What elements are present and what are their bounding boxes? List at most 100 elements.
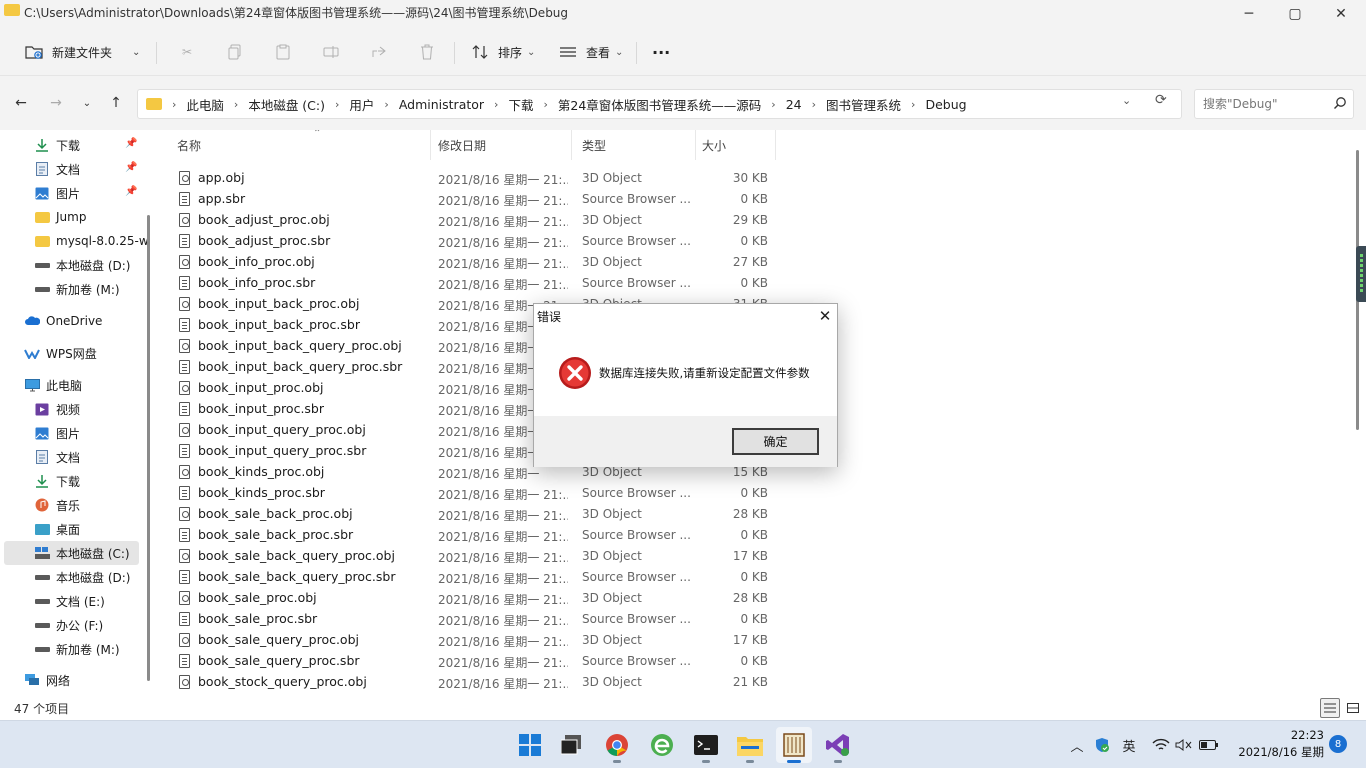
ime-indicator[interactable]: 英: [1118, 731, 1140, 759]
breadcrumb-source-folder[interactable]: 第24章窗体版图书管理系统——源码: [558, 95, 761, 114]
tiles-view-button[interactable]: [1343, 698, 1363, 718]
breadcrumb-administrator[interactable]: Administrator: [399, 97, 484, 112]
file-row[interactable]: book_adjust_proc.sbr 2021/8/16 星期一 21:...…: [175, 231, 775, 252]
sidebar-item-drive-f[interactable]: 办公 (F:): [0, 613, 145, 637]
search-box[interactable]: [1194, 89, 1354, 119]
taskbar-app-library-system[interactable]: [776, 727, 812, 763]
sidebar-item-this-pc[interactable]: 此电脑: [0, 373, 145, 397]
breadcrumb-debug[interactable]: Debug: [925, 97, 966, 112]
file-row[interactable]: book_stock_query_proc.obj 2021/8/16 星期一 2…: [175, 672, 775, 693]
column-header-name[interactable]: 名称 ⌃: [171, 130, 431, 160]
sidebar-item-mysql[interactable]: mysql-8.0.25-w: [0, 229, 149, 253]
file-row[interactable]: app.obj 2021/8/16 星期一 21:... 3D Object 30 K…: [175, 168, 775, 189]
up-button[interactable]: ↑: [105, 92, 127, 114]
file-row[interactable]: book_adjust_proc.obj 2021/8/16 星期一 21:...…: [175, 210, 775, 231]
file-row[interactable]: book_sale_proc.sbr 2021/8/16 星期一 21:... So…: [175, 609, 775, 630]
more-options-button[interactable]: ···: [652, 38, 670, 66]
paste-button[interactable]: [273, 38, 293, 66]
breadcrumb-24[interactable]: 24: [786, 97, 802, 112]
task-view-button[interactable]: [554, 727, 590, 763]
breadcrumb-this-pc[interactable]: 此电脑: [186, 95, 224, 114]
column-header-size[interactable]: 大小: [696, 130, 776, 160]
view-button[interactable]: 查看 ⌄: [558, 38, 623, 66]
delete-button[interactable]: [417, 38, 437, 66]
sidebar-item-documents[interactable]: 文档: [0, 445, 145, 469]
sidebar-item-quick-downloads[interactable]: 下载 📌: [0, 133, 145, 157]
file-row[interactable]: book_kinds_proc.sbr 2021/8/16 星期一 21:... S…: [175, 483, 775, 504]
ok-button[interactable]: 确定: [732, 428, 819, 455]
new-folder-dropdown[interactable]: ⌄: [132, 38, 140, 66]
source-browser-file-icon: [179, 360, 190, 374]
sidebar-scrollbar[interactable]: [147, 215, 150, 681]
sidebar-item-quick-drive-m[interactable]: 新加卷 (M:): [0, 277, 145, 301]
show-hidden-icons-button[interactable]: ︿: [1068, 731, 1086, 759]
sidebar-item-drive-d[interactable]: 本地磁盘 (D:): [0, 565, 145, 589]
sidebar-item-jump[interactable]: Jump: [0, 205, 145, 229]
side-widget-handle[interactable]: [1356, 246, 1366, 302]
breadcrumb-library-system[interactable]: 图书管理系统: [826, 95, 901, 114]
details-view-button[interactable]: [1320, 698, 1340, 718]
forward-button[interactable]: →: [45, 92, 67, 114]
address-bar[interactable]: › 此电脑 › 本地磁盘 (C:) › 用户 › Administrator ›…: [137, 89, 1182, 119]
sort-button[interactable]: 排序 ⌄: [470, 38, 535, 66]
sidebar-item-wps-cloud[interactable]: WPS网盘: [0, 341, 145, 365]
dialog-close-button[interactable]: ✕: [815, 306, 835, 326]
file-row[interactable]: book_sale_proc.obj 2021/8/16 星期一 21:... 3D…: [175, 588, 775, 609]
column-header-type[interactable]: 类型: [576, 130, 696, 160]
sidebar-item-desktop[interactable]: 桌面: [0, 517, 145, 541]
sidebar-item-drive-c[interactable]: 本地磁盘 (C:): [4, 541, 139, 565]
object-file-icon: [179, 549, 190, 563]
sidebar-item-network[interactable]: 网络: [0, 668, 145, 692]
sidebar-item-downloads[interactable]: 下载: [0, 469, 145, 493]
file-row[interactable]: book_sale_back_proc.sbr 2021/8/16 星期一 21:…: [175, 525, 775, 546]
taskbar-app-visual-studio[interactable]: [820, 727, 856, 763]
wifi-button[interactable]: [1150, 731, 1172, 759]
taskbar-app-file-explorer[interactable]: [732, 727, 768, 763]
share-button[interactable]: [369, 38, 389, 66]
desktop-icon: [34, 521, 50, 537]
search-input[interactable]: [1195, 90, 1325, 118]
sidebar-item-quick-drive-d[interactable]: 本地磁盘 (D:): [0, 253, 145, 277]
address-history-dropdown[interactable]: ⌄: [1122, 94, 1131, 107]
sidebar-item-pictures[interactable]: 图片: [0, 421, 145, 445]
source-browser-file-icon: [179, 612, 190, 626]
clock[interactable]: 22:23 2021/8/16 星期一: [1228, 727, 1324, 768]
close-button[interactable]: ✕: [1318, 0, 1364, 28]
breadcrumb-downloads[interactable]: 下载: [508, 95, 533, 114]
notification-badge[interactable]: 8: [1329, 735, 1347, 753]
taskbar-app-chrome[interactable]: [599, 727, 635, 763]
file-row[interactable]: book_sale_back_query_proc.obj 2021/8/16 星…: [175, 546, 775, 567]
recent-locations-button[interactable]: ⌄: [76, 92, 98, 114]
security-tray-button[interactable]: [1092, 731, 1112, 759]
minimize-button[interactable]: ─: [1226, 0, 1272, 28]
cut-button[interactable]: ✂: [177, 38, 197, 66]
volume-button[interactable]: [1174, 731, 1194, 759]
file-row[interactable]: book_sale_query_proc.obj 2021/8/16 星期一 21…: [175, 630, 775, 651]
rename-button[interactable]: [321, 38, 341, 66]
start-button[interactable]: [512, 727, 548, 763]
sidebar-item-drive-m[interactable]: 新加卷 (M:): [0, 637, 145, 661]
sidebar-item-videos[interactable]: 视频: [0, 397, 145, 421]
taskbar-app-terminal[interactable]: [688, 727, 724, 763]
file-row[interactable]: book_sale_back_query_proc.sbr 2021/8/16 星…: [175, 567, 775, 588]
taskbar-app-browser[interactable]: [644, 727, 680, 763]
file-row[interactable]: book_info_proc.sbr 2021/8/16 星期一 21:... So…: [175, 273, 775, 294]
file-row[interactable]: book_sale_back_proc.obj 2021/8/16 星期一 21:…: [175, 504, 775, 525]
new-folder-button[interactable]: 新建文件夹: [24, 38, 112, 66]
sidebar-item-music[interactable]: 音乐: [0, 493, 145, 517]
breadcrumb-drive-c[interactable]: 本地磁盘 (C:): [248, 95, 325, 114]
breadcrumb-users[interactable]: 用户: [349, 95, 374, 114]
back-button[interactable]: ←: [10, 92, 32, 114]
sidebar-item-drive-e[interactable]: 文档 (E:): [0, 589, 145, 613]
sidebar-item-quick-documents[interactable]: 文档 📌: [0, 157, 145, 181]
file-row[interactable]: app.sbr 2021/8/16 星期一 21:... Source Browse…: [175, 189, 775, 210]
sidebar-item-onedrive[interactable]: OneDrive: [0, 309, 145, 333]
battery-button[interactable]: [1198, 731, 1220, 759]
refresh-icon[interactable]: ⟳: [1155, 92, 1167, 108]
column-header-date[interactable]: 修改日期: [432, 130, 572, 160]
copy-button[interactable]: [225, 38, 245, 66]
file-row[interactable]: book_sale_query_proc.sbr 2021/8/16 星期一 21…: [175, 651, 775, 672]
file-row[interactable]: book_info_proc.obj 2021/8/16 星期一 21:... 3D…: [175, 252, 775, 273]
sidebar-item-quick-pictures[interactable]: 图片 📌: [0, 181, 145, 205]
maximize-button[interactable]: ▢: [1272, 0, 1318, 28]
